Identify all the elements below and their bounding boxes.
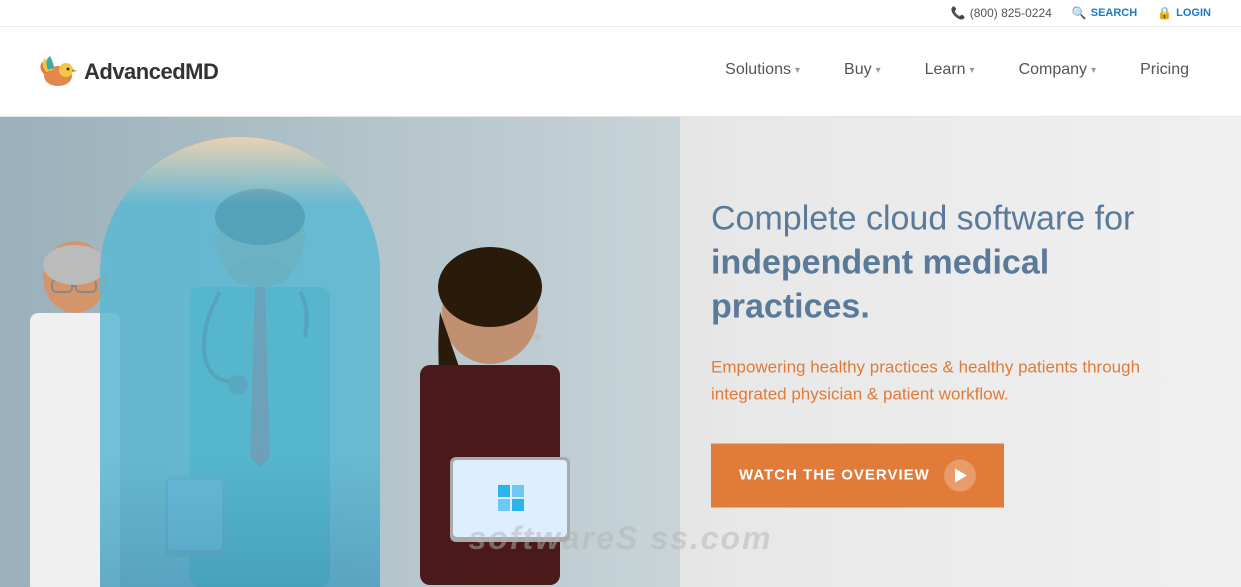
lock-icon: 🔒 (1157, 6, 1172, 20)
play-icon (955, 468, 967, 482)
main-nav: Solutions ▾ Buy ▾ Learn ▾ Company ▾ Pric… (703, 27, 1211, 117)
nav-solutions[interactable]: Solutions ▾ (703, 27, 822, 117)
login-link[interactable]: 🔒 LOGIN (1157, 6, 1211, 20)
phone-number: (800) 825-0224 (970, 6, 1052, 20)
phone-link[interactable]: 📞 (800) 825-0224 (951, 6, 1052, 20)
search-icon: 🔍 (1072, 6, 1087, 20)
hero-photo (0, 117, 680, 587)
logo-text: AdvancedMD (84, 59, 218, 85)
watch-overview-button[interactable]: WATCH THE OVERVIEW (711, 443, 1004, 507)
search-label: SEARCH (1091, 7, 1137, 19)
hero-subtext: Empowering healthy practices & healthy p… (711, 353, 1191, 407)
company-chevron-icon: ▾ (1091, 65, 1096, 76)
nav-pricing[interactable]: Pricing (1118, 27, 1211, 117)
hero-headline: Complete cloud software for independent … (711, 197, 1191, 330)
nav-learn[interactable]: Learn ▾ (903, 27, 997, 117)
hero-section: softwareS ss.com Complete cloud software… (0, 117, 1241, 587)
buy-chevron-icon: ▾ (876, 65, 881, 76)
search-link[interactable]: 🔍 SEARCH (1072, 6, 1137, 20)
nav-company[interactable]: Company ▾ (997, 27, 1119, 117)
nav-buy[interactable]: Buy ▾ (822, 27, 903, 117)
logo[interactable]: AdvancedMD (30, 48, 218, 96)
play-circle (944, 459, 976, 491)
logo-bird-icon (30, 48, 78, 96)
phone-icon: 📞 (951, 6, 966, 20)
login-label: LOGIN (1176, 7, 1211, 19)
solutions-chevron-icon: ▾ (795, 65, 800, 76)
hero-illustration (0, 117, 680, 587)
hero-content: Complete cloud software for independent … (691, 177, 1211, 528)
header: AdvancedMD Solutions ▾ Buy ▾ Learn ▾ Com… (0, 27, 1241, 117)
learn-chevron-icon: ▾ (970, 65, 975, 76)
top-bar: 📞 (800) 825-0224 🔍 SEARCH 🔒 LOGIN (0, 0, 1241, 27)
cta-label: WATCH THE OVERVIEW (739, 467, 930, 484)
